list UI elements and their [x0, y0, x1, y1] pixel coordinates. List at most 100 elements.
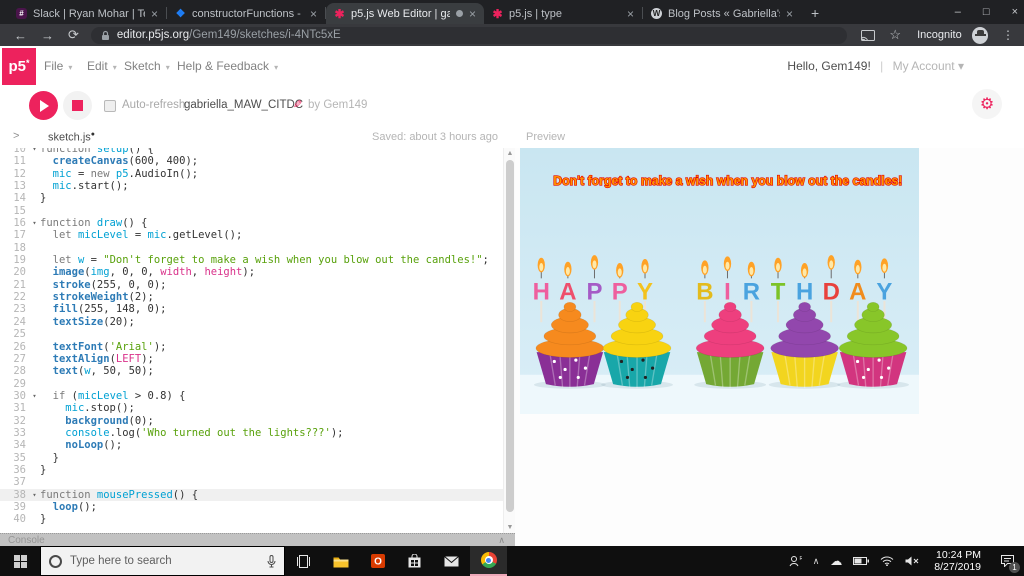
code-line-18[interactable]: 18 — [0, 242, 515, 254]
tab-blog[interactable]: W Blog Posts « Gabriella's Technolog × — [643, 3, 801, 24]
code-line-28[interactable]: 28 text(w, 50, 50); — [0, 365, 515, 377]
gear-icon: ⚙ — [980, 94, 994, 114]
lock-icon — [101, 30, 110, 41]
code-line-32[interactable]: 32 background(0); — [0, 415, 515, 427]
play-icon — [40, 100, 49, 112]
settings-button[interactable]: ⚙ — [972, 89, 1002, 119]
code-line-27[interactable]: 27 textAlign(LEFT); — [0, 353, 515, 365]
code-line-30[interactable]: 30▾ if (micLevel > 0.8) { — [0, 390, 515, 402]
p5-logo[interactable]: p5* — [2, 48, 36, 85]
code-line-21[interactable]: 21 stroke(255, 0, 0); — [0, 279, 515, 291]
task-view-button[interactable] — [285, 546, 322, 576]
code-line-23[interactable]: 23 fill(255, 148, 0); — [0, 303, 515, 315]
stop-button[interactable] — [63, 91, 92, 120]
code-line-31[interactable]: 31 mic.stop(); — [0, 402, 515, 414]
new-tab-button[interactable]: + — [811, 5, 819, 21]
mail-button[interactable] — [433, 546, 470, 576]
reload-icon[interactable]: ⟳ — [68, 27, 79, 43]
start-button[interactable] — [0, 546, 40, 576]
code-line-38[interactable]: 38▾function mousePressed() { — [0, 489, 515, 501]
code-editor[interactable]: 10▾function setup() {11 createCanvas(600… — [0, 148, 515, 533]
browser-toolbar: ← → ⟳ editor.p5js.org/Gem149/sketches/i-… — [0, 24, 1024, 46]
battery-icon[interactable] — [853, 557, 869, 565]
canvas-overlay-text: Don't forget to make a wish when you blo… — [553, 173, 902, 188]
bookmark-star-icon[interactable]: ☆ — [889, 27, 901, 43]
code-line-20[interactable]: 20 image(img, 0, 0, width, height); — [0, 266, 515, 278]
code-line-19[interactable]: 19 let w = "Don't forget to make a wish … — [0, 254, 515, 266]
menu-file[interactable]: File▾ — [44, 59, 72, 73]
edit-pencil-icon[interactable]: ✎ — [293, 98, 302, 111]
code-line-29[interactable]: 29 — [0, 378, 515, 390]
maximize-button[interactable]: □ — [983, 6, 990, 18]
play-button[interactable] — [29, 91, 58, 120]
cast-icon[interactable] — [861, 30, 875, 41]
code-line-40[interactable]: 40} — [0, 513, 515, 525]
close-icon[interactable]: × — [310, 8, 317, 20]
wifi-icon[interactable] — [880, 556, 894, 566]
code-line-12[interactable]: 12 mic = new p5.AudioIn(); — [0, 168, 515, 180]
speaker-muted-icon[interactable] — [905, 556, 919, 566]
tab-dropbox[interactable]: ❖ constructorFunctions - Dropbox × — [167, 3, 325, 24]
code-line-34[interactable]: 34 noLoop(); — [0, 439, 515, 451]
code-line-22[interactable]: 22 strokeWeight(2); — [0, 291, 515, 303]
chrome-taskbar-button[interactable] — [470, 546, 507, 576]
code-line-11[interactable]: 11 createCanvas(600, 400); — [0, 155, 515, 167]
menu-help[interactable]: Help & Feedback▾ — [177, 59, 278, 73]
file-tab-sketchjs[interactable]: sketch.js● — [48, 131, 95, 144]
minimize-button[interactable]: – — [955, 6, 961, 18]
menu-sketch[interactable]: Sketch▾ — [124, 59, 170, 73]
microphone-icon[interactable] — [267, 555, 276, 568]
browser-menu-icon[interactable]: ⋮ — [1002, 28, 1014, 42]
code-line-36[interactable]: 36} — [0, 464, 515, 476]
code-line-14[interactable]: 14} — [0, 192, 515, 204]
tab-p5-reference[interactable]: ✱ p5.js | type × — [484, 3, 642, 24]
onedrive-cloud-icon[interactable]: ☁ — [830, 554, 842, 568]
store-bag-icon — [408, 554, 421, 568]
stop-icon — [72, 100, 83, 111]
sidebar-expand-chevron[interactable]: > — [13, 130, 19, 142]
file-tab-row: > sketch.js● Saved: about 3 hours ago Pr… — [0, 127, 1024, 148]
code-line-16[interactable]: 16▾function draw() { — [0, 217, 515, 229]
file-explorer-button[interactable] — [322, 546, 359, 576]
tab-slack[interactable]: # Slack | Ryan Mohar | Tech Impact × — [8, 3, 166, 24]
incognito-icon — [972, 27, 988, 44]
p5-editor-header: p5* File▾ Edit▾ Sketch▾ Help & Feedback▾… — [0, 46, 1024, 88]
back-icon[interactable]: ← — [14, 28, 27, 43]
people-icon[interactable]: R — [789, 555, 802, 567]
code-line-26[interactable]: 26 textFont('Arial'); — [0, 341, 515, 353]
microsoft-store-button[interactable] — [396, 546, 433, 576]
action-center-button[interactable]: 1 — [992, 546, 1022, 576]
code-line-13[interactable]: 13 mic.start(); — [0, 180, 515, 192]
code-line-33[interactable]: 33 console.log('Who turned out the light… — [0, 427, 515, 439]
office-button[interactable]: O — [359, 546, 396, 576]
close-icon[interactable]: × — [151, 8, 158, 20]
code-line-15[interactable]: 15 — [0, 205, 515, 217]
code-line-24[interactable]: 24 textSize(20); — [0, 316, 515, 328]
code-line-39[interactable]: 39 loop(); — [0, 501, 515, 513]
address-bar[interactable]: editor.p5js.org/Gem149/sketches/i-4NTc5x… — [91, 27, 848, 44]
code-line-35[interactable]: 35 } — [0, 452, 515, 464]
chevron-down-icon: ▾ — [274, 63, 278, 72]
taskbar-clock[interactable]: 10:24 PM 8/27/2019 — [934, 549, 981, 573]
close-icon[interactable]: × — [469, 8, 476, 20]
autorefresh-checkbox[interactable] — [104, 100, 116, 112]
code-line-25[interactable]: 25 — [0, 328, 515, 340]
close-icon[interactable]: × — [627, 8, 634, 20]
wordpress-icon: W — [651, 8, 662, 19]
taskbar-search-input[interactable]: Type here to search — [40, 546, 285, 576]
code-line-10[interactable]: 10▾function setup() { — [0, 148, 515, 155]
folder-icon — [333, 555, 349, 568]
console-bar[interactable]: Console ∧ — [0, 533, 515, 547]
my-account-menu[interactable]: My Account ▾ — [893, 59, 964, 73]
window-close-button[interactable]: × — [1012, 6, 1018, 18]
scrollbar-thumb[interactable] — [506, 160, 514, 512]
close-icon[interactable]: × — [786, 8, 793, 20]
forward-icon[interactable]: → — [41, 28, 54, 43]
clock-date: 8/27/2019 — [934, 561, 981, 573]
console-expand-icon[interactable]: ∧ — [498, 535, 505, 546]
code-line-37[interactable]: 37 — [0, 476, 515, 488]
tab-p5-editor-active[interactable]: ✱ p5.js Web Editor | gabriella_M × — [326, 3, 484, 24]
menu-edit[interactable]: Edit▾ — [87, 59, 117, 73]
hidden-icons-chevron[interactable]: ∧ — [813, 556, 820, 567]
code-line-17[interactable]: 17 let micLevel = mic.getLevel(); — [0, 229, 515, 241]
